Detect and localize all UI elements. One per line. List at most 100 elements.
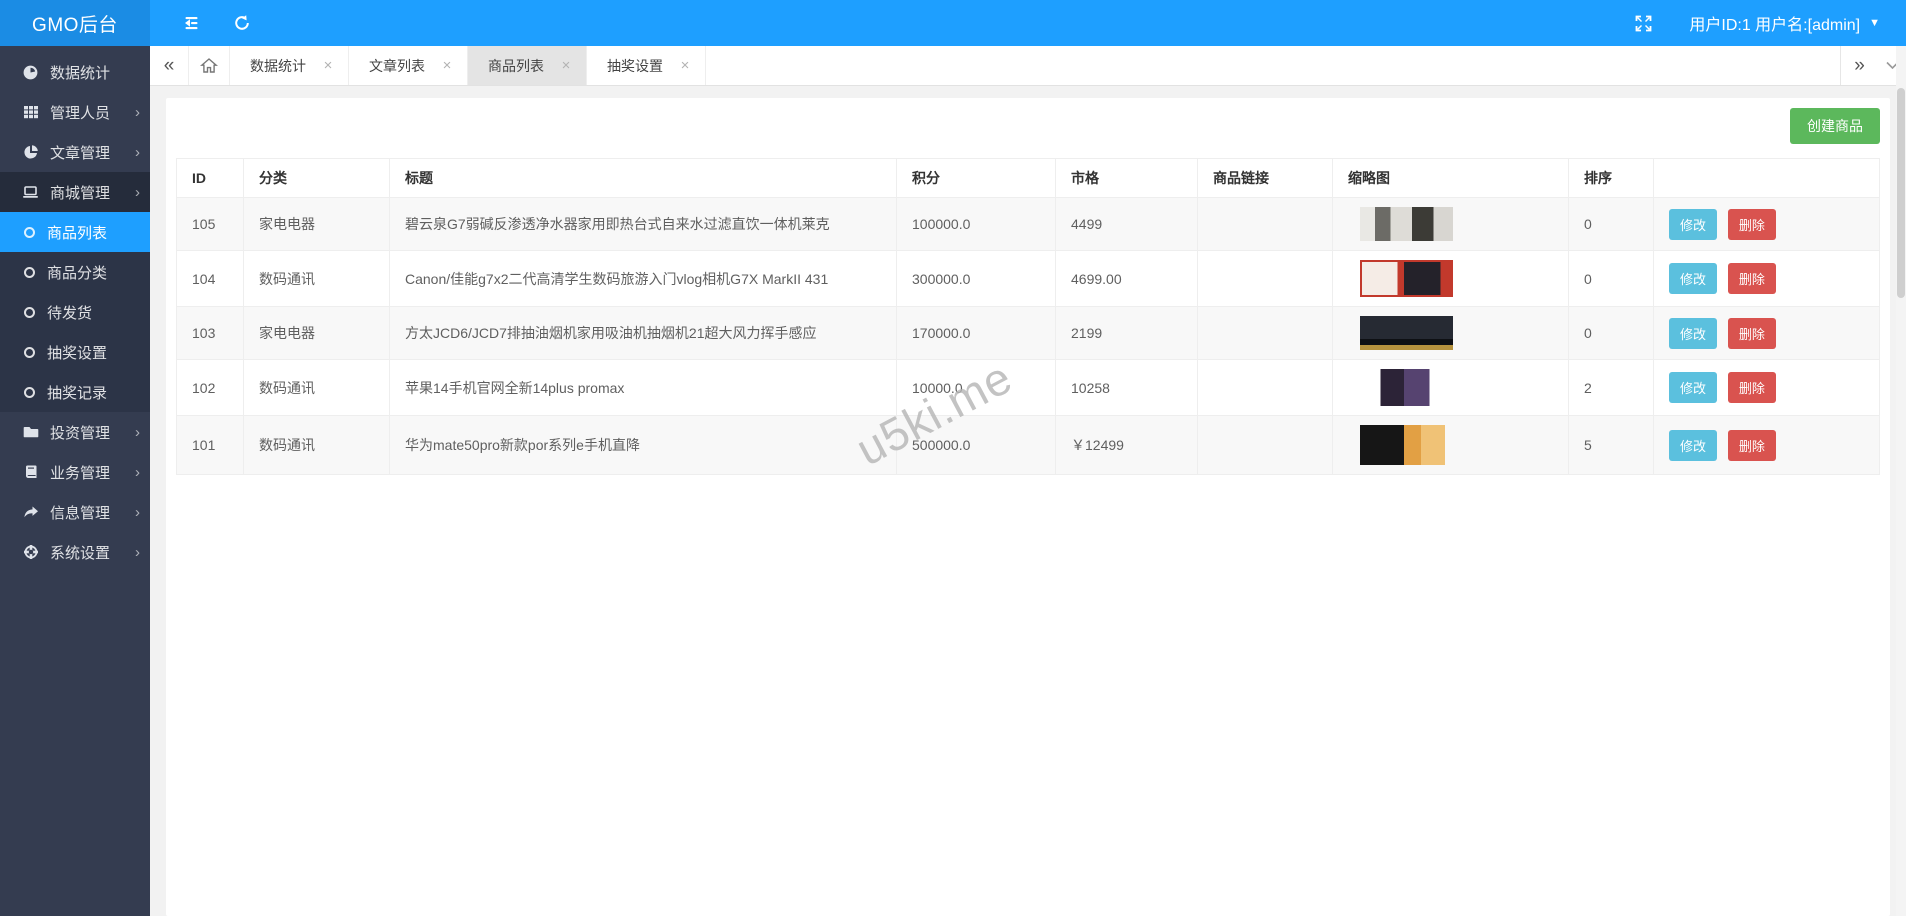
sidebar-item-product-category[interactable]: 商品分类 xyxy=(0,252,150,292)
edit-button[interactable]: 修改 xyxy=(1669,318,1717,349)
tab-label: 文章列表 xyxy=(369,56,425,76)
home-icon xyxy=(200,57,218,74)
chevron-right-icon: › xyxy=(135,184,140,201)
cell-points: 10000.0 xyxy=(897,360,1056,416)
sidebar-item-system-settings[interactable]: 系统设置 › xyxy=(0,532,150,572)
sidebar-submenu-mall: 商品列表 商品分类 待发货 抽奖设置 抽奖记录 xyxy=(0,212,150,412)
delete-button[interactable]: 删除 xyxy=(1728,430,1776,461)
cell-actions: 修改 删除 xyxy=(1654,360,1880,416)
cell-points: 500000.0 xyxy=(897,416,1056,475)
cell-price: ￥12499 xyxy=(1056,416,1198,475)
create-product-button[interactable]: 创建商品 xyxy=(1790,108,1880,144)
edit-button[interactable]: 修改 xyxy=(1669,263,1717,294)
chevron-right-icon: › xyxy=(135,504,140,521)
sidebar-item-label: 文章管理 xyxy=(50,142,110,163)
col-header-sort: 排序 xyxy=(1569,159,1654,198)
sidebar-item-label: 商城管理 xyxy=(50,182,110,203)
sidebar-item-label: 系统设置 xyxy=(50,542,110,563)
col-header-link: 商品链接 xyxy=(1198,159,1333,198)
page-scrollbar[interactable] xyxy=(1896,46,1906,916)
gauge-icon xyxy=(22,64,39,81)
header-right: 用户ID:1 用户名:[admin] ▼ xyxy=(1603,11,1906,35)
table-row: 105 家电电器 碧云泉G7弱碱反渗透净水器家用即热台式自来水过滤直饮一体机莱克… xyxy=(177,198,1880,251)
table-header-row: ID 分类 标题 积分 市格 商品链接 缩略图 排序 xyxy=(177,159,1880,198)
refresh-icon[interactable] xyxy=(230,11,254,35)
share-icon xyxy=(22,504,39,521)
sidebar-item-lottery-settings[interactable]: 抽奖设置 xyxy=(0,332,150,372)
sidebar-item-lottery-records[interactable]: 抽奖记录 xyxy=(0,372,150,412)
top-header: GMO后台 用户ID:1 用户名:[admin] xyxy=(0,0,1906,46)
edit-button[interactable]: 修改 xyxy=(1669,430,1717,461)
table-row: 103 家电电器 方太JCD6/JCD7排抽油烟机家用吸油机抽烟机21超大风力挥… xyxy=(177,307,1880,360)
tab-close-icon[interactable]: × xyxy=(677,57,693,74)
table-row: 101 数码通讯 华为mate50pro新款por系列e手机直降 500000.… xyxy=(177,416,1880,475)
sidebar-item-label: 业务管理 xyxy=(50,462,110,483)
col-header-points: 积分 xyxy=(897,159,1056,198)
tab-close-icon[interactable]: × xyxy=(558,57,574,74)
cell-sort: 2 xyxy=(1569,360,1654,416)
caret-down-icon: ▼ xyxy=(1869,17,1880,29)
product-thumbnail xyxy=(1360,425,1445,465)
scrollbar-thumb[interactable] xyxy=(1897,88,1905,298)
cell-sort: 0 xyxy=(1569,198,1654,251)
sidebar-item-label: 信息管理 xyxy=(50,502,110,523)
sidebar-item-label: 待发货 xyxy=(47,302,92,323)
tabs-scroll-left-button[interactable]: « xyxy=(150,46,188,85)
tab-bar: « 数据统计 × 文章列表 × 商品列表 × 抽奖设置 × » xyxy=(150,46,1906,86)
table-row: 102 数码通讯 苹果14手机官网全新14plus promax 10000.0… xyxy=(177,360,1880,416)
table-row: 104 数码通讯 Canon/佳能g7x2二代高清学生数码旅游入门vlog相机G… xyxy=(177,251,1880,307)
content-area: 创建商品 ID 分类 标题 积分 市格 xyxy=(150,86,1906,916)
menu-collapse-icon[interactable] xyxy=(178,11,202,35)
tabs-scroll-right-button[interactable]: » xyxy=(1840,46,1878,85)
delete-button[interactable]: 删除 xyxy=(1728,263,1776,294)
sidebar-item-label: 数据统计 xyxy=(50,62,110,83)
sidebar-item-pending-shipment[interactable]: 待发货 xyxy=(0,292,150,332)
user-menu[interactable]: 用户ID:1 用户名:[admin] ▼ xyxy=(1689,11,1880,35)
tab-close-icon[interactable]: × xyxy=(439,57,455,74)
delete-button[interactable]: 删除 xyxy=(1728,318,1776,349)
sidebar-item-investment[interactable]: 投资管理 › xyxy=(0,412,150,452)
grid-icon xyxy=(22,104,39,121)
cell-category: 家电电器 xyxy=(244,198,390,251)
edit-button[interactable]: 修改 xyxy=(1669,209,1717,240)
sidebar-item-articles[interactable]: 文章管理 › xyxy=(0,132,150,172)
main-area: « 数据统计 × 文章列表 × 商品列表 × 抽奖设置 × » xyxy=(150,46,1906,916)
cell-category: 数码通讯 xyxy=(244,416,390,475)
sidebar-item-admins[interactable]: 管理人员 › xyxy=(0,92,150,132)
cell-sort: 0 xyxy=(1569,307,1654,360)
cell-link xyxy=(1198,251,1333,307)
product-table: ID 分类 标题 积分 市格 商品链接 缩略图 排序 xyxy=(176,158,1880,475)
sidebar-item-information[interactable]: 信息管理 › xyxy=(0,492,150,532)
pie-chart-icon xyxy=(22,144,39,161)
chevron-right-icon: › xyxy=(135,424,140,441)
cell-points: 170000.0 xyxy=(897,307,1056,360)
sidebar-item-mall[interactable]: 商城管理 › xyxy=(0,172,150,212)
cell-id: 104 xyxy=(177,251,244,307)
home-tab[interactable] xyxy=(188,46,230,85)
cell-link xyxy=(1198,307,1333,360)
cell-id: 105 xyxy=(177,198,244,251)
circle-icon xyxy=(24,347,35,358)
book-icon xyxy=(22,464,39,481)
user-info-label: 用户ID:1 用户名:[admin] xyxy=(1689,11,1860,35)
sidebar-item-business[interactable]: 业务管理 › xyxy=(0,452,150,492)
sidebar-item-product-list[interactable]: 商品列表 xyxy=(0,212,150,252)
cell-price: 4699.00 xyxy=(1056,251,1198,307)
delete-button[interactable]: 删除 xyxy=(1728,372,1776,403)
tab-product-list[interactable]: 商品列表 × xyxy=(468,46,587,85)
sidebar-item-data-stats[interactable]: 数据统计 xyxy=(0,52,150,92)
tab-lottery-settings[interactable]: 抽奖设置 × xyxy=(587,46,706,85)
col-header-price: 市格 xyxy=(1056,159,1198,198)
cell-id: 103 xyxy=(177,307,244,360)
fullscreen-icon[interactable] xyxy=(1631,11,1655,35)
tab-data-stats[interactable]: 数据统计 × xyxy=(230,46,349,85)
cell-actions: 修改 删除 xyxy=(1654,307,1880,360)
edit-button[interactable]: 修改 xyxy=(1669,372,1717,403)
sidebar-item-label: 商品分类 xyxy=(47,262,107,283)
delete-button[interactable]: 删除 xyxy=(1728,209,1776,240)
tab-close-icon[interactable]: × xyxy=(320,57,336,74)
tab-article-list[interactable]: 文章列表 × xyxy=(349,46,468,85)
product-list-panel: 创建商品 ID 分类 标题 积分 市格 xyxy=(166,98,1890,916)
settings-icon xyxy=(22,544,39,561)
cell-sort: 5 xyxy=(1569,416,1654,475)
